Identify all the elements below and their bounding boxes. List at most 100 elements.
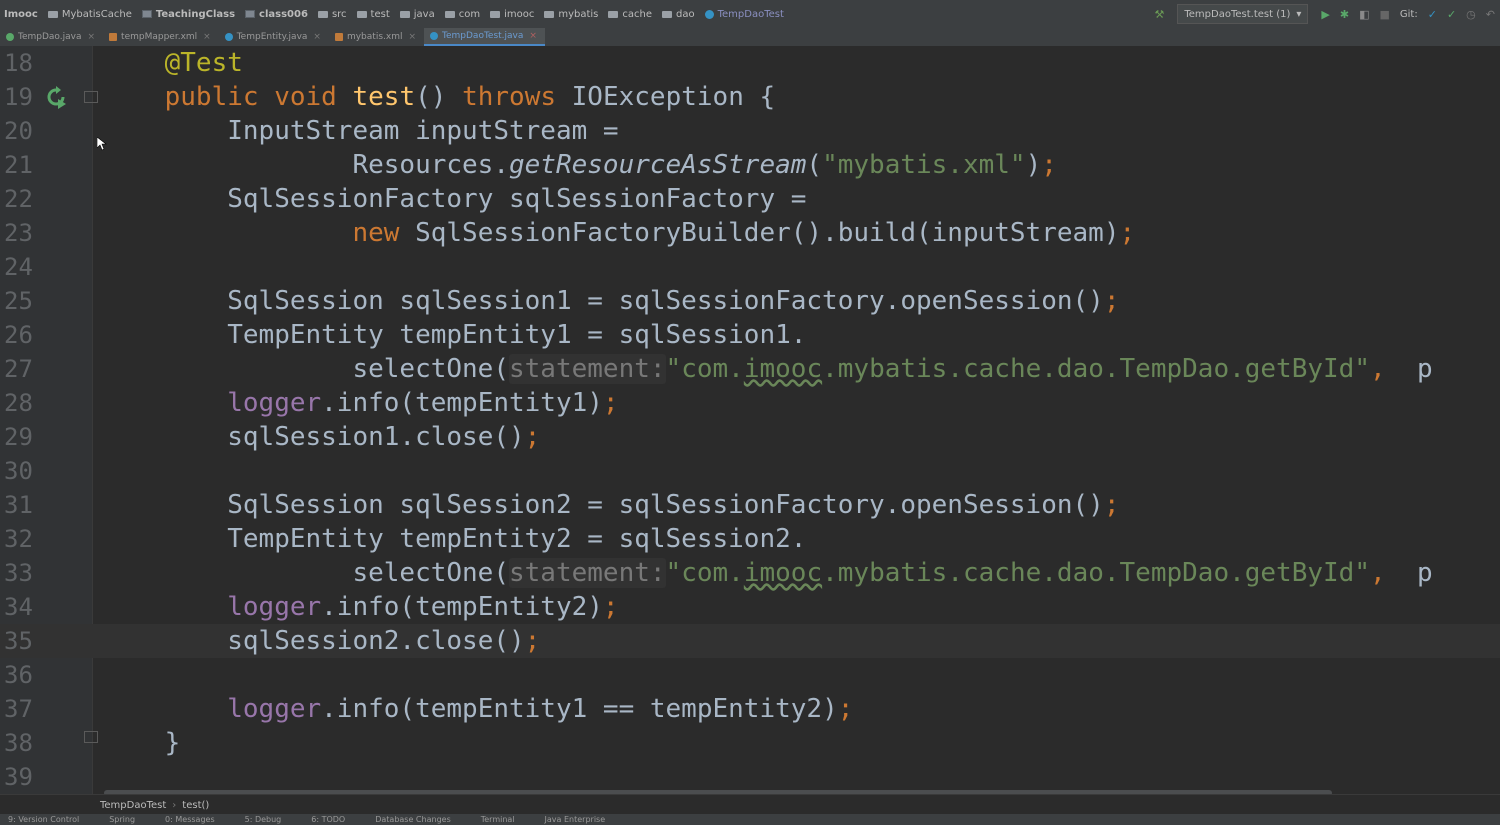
static-method: getResourceAsStream <box>509 150 807 180</box>
interface-icon <box>6 33 14 41</box>
fold-marker-icon[interactable] <box>84 731 98 743</box>
close-icon[interactable]: × <box>529 31 537 41</box>
code-text: selectOne( <box>352 558 509 588</box>
crumb-cache[interactable]: cache <box>608 9 652 20</box>
crumb-java[interactable]: java <box>399 9 435 20</box>
breadcrumb-method[interactable]: test() <box>182 800 209 811</box>
run-configuration-select[interactable]: TempDaoTest.test (1) ▾ <box>1177 4 1309 24</box>
tool-messages[interactable]: 0: Messages <box>157 815 215 824</box>
code-line-21: 21 Resources.getResourceAsStream("mybati… <box>0 148 1500 182</box>
tab-tempentity-java[interactable]: TempEntity.java × <box>219 28 329 46</box>
crumb-module-teachingclass[interactable]: TeachingClass <box>141 9 235 20</box>
code-line-37: 37 logger.info(tempEntity1 == tempEntity… <box>0 692 1500 726</box>
crumb-module-class006[interactable]: class006 <box>245 9 308 20</box>
line-number: 22 <box>4 185 33 213</box>
git-commit-icon[interactable]: ✓ <box>1447 8 1456 21</box>
crumb-label: mybatis <box>558 8 599 20</box>
keyword: void <box>274 82 337 112</box>
code-text: IOException { <box>571 82 776 112</box>
run-test-icon[interactable] <box>44 85 68 109</box>
line-code: TempEntity tempEntity1 = sqlSession1. <box>102 318 806 352</box>
close-icon[interactable]: × <box>203 32 211 42</box>
path-breadcrumbs: Imooc MybatisCache TeachingClass class00… <box>0 0 794 28</box>
code-text: ) <box>1025 150 1042 180</box>
code-text: Resources. <box>352 150 509 180</box>
navigation-bar: Imooc MybatisCache TeachingClass class00… <box>0 0 1500 29</box>
code-text: SqlSessionFactory sqlSessionFactory = <box>227 184 807 214</box>
breadcrumb-class[interactable]: TempDaoTest <box>100 800 166 811</box>
tool-java-enterprise[interactable]: Java Enterprise <box>537 815 606 824</box>
code-text: SqlSessionFactoryBuilder().build(inputSt… <box>415 218 1120 248</box>
crumb-com[interactable]: com <box>444 9 480 20</box>
tab-tempdaotest-java[interactable]: TempDaoTest.java × <box>424 28 545 46</box>
line-number: 36 <box>4 661 33 689</box>
semicolon: ; <box>1103 490 1120 520</box>
line-code: public void test() throws IOException { <box>102 80 776 114</box>
string-literal: .mybatis.cache.dao.TempDao.getById" <box>822 354 1370 384</box>
fold-marker-icon[interactable] <box>84 91 98 103</box>
tab-tempmapper-xml[interactable]: tempMapper.xml × <box>103 28 219 46</box>
string-literal: "com. <box>665 558 744 588</box>
crumb-label: TempDaoTest <box>717 8 784 20</box>
history-icon[interactable]: ◷ <box>1466 8 1476 21</box>
code-line-24: 24 <box>0 250 1500 284</box>
tab-tempdao-java[interactable]: TempDao.java × <box>0 28 103 46</box>
tool-todo[interactable]: 6: TODO <box>303 815 345 824</box>
run-config-label: TempDaoTest.test (1) <box>1184 8 1291 20</box>
tool-window-bar: 9: Version Control Spring 0: Messages 5:… <box>0 814 1500 825</box>
line-code: sqlSession1.close(); <box>102 420 540 454</box>
tab-label: mybatis.xml <box>346 32 403 42</box>
code-line-39: 39 <box>0 760 1500 794</box>
crumb-dao[interactable]: dao <box>662 9 695 20</box>
code-text: sqlSession2.close() <box>227 626 525 656</box>
tab-mybatis-xml[interactable]: mybatis.xml × <box>329 28 424 46</box>
git-update-icon[interactable]: ✓ <box>1428 8 1437 21</box>
method-name: test <box>352 82 416 112</box>
crumb-tempdaotest[interactable]: TempDaoTest <box>704 8 784 20</box>
crumb-imooc[interactable]: imooc <box>490 9 534 20</box>
stop-icon[interactable]: ■ <box>1380 8 1390 21</box>
keyword: new <box>352 218 400 248</box>
crumb-label: src <box>331 8 347 20</box>
code-line-19: 19 public void test() throws IOException… <box>0 80 1500 114</box>
folder-icon <box>662 10 673 18</box>
breadcrumb-separator: › <box>172 799 177 811</box>
semicolon: ; <box>524 422 541 452</box>
tool-version-control[interactable]: 9: Version Control <box>0 815 79 824</box>
line-number: 20 <box>4 117 33 145</box>
run-icon[interactable]: ▶ <box>1321 8 1329 21</box>
code-text: } <box>164 728 181 758</box>
tab-label: TempDao.java <box>18 32 82 42</box>
code-line-38: 38 } <box>0 726 1500 760</box>
tool-terminal[interactable]: Terminal <box>473 815 515 824</box>
hammer-icon[interactable]: ⚒ <box>1154 8 1164 21</box>
semicolon: ; <box>524 626 541 656</box>
line-number: 38 <box>4 729 33 757</box>
module-icon <box>141 10 152 18</box>
crumb-module-mybatiscache[interactable]: MybatisCache <box>47 9 132 20</box>
line-number: 18 <box>4 49 33 77</box>
crumb-test[interactable]: test <box>356 9 390 20</box>
code-line-25: 25 SqlSession sqlSession1 = sqlSessionFa… <box>0 284 1500 318</box>
line-number: 21 <box>4 151 33 179</box>
close-icon[interactable]: × <box>313 32 321 42</box>
semicolon: ; <box>1041 150 1057 180</box>
close-icon[interactable]: × <box>88 32 96 42</box>
tab-label: TempEntity.java <box>236 32 308 42</box>
revert-icon[interactable]: ↶ <box>1486 8 1495 21</box>
crumb-src[interactable]: src <box>317 8 347 20</box>
crumb-label: dao <box>676 8 695 20</box>
line-code: SqlSession sqlSession2 = sqlSessionFacto… <box>102 488 1119 522</box>
field-logger: logger <box>227 694 322 724</box>
close-icon[interactable]: × <box>408 32 416 42</box>
tool-debug[interactable]: 5: Debug <box>237 815 282 824</box>
tool-spring[interactable]: Spring <box>101 815 135 824</box>
crumb-mybatis[interactable]: mybatis <box>544 9 598 20</box>
crumb-project[interactable]: Imooc <box>4 9 38 20</box>
coverage-icon[interactable]: ◧ <box>1359 8 1369 21</box>
tool-database-changes[interactable]: Database Changes <box>367 815 451 824</box>
debug-icon[interactable]: ✱ <box>1340 8 1349 21</box>
line-code: TempEntity tempEntity2 = sqlSession2. <box>102 522 806 556</box>
string-literal: "com. <box>665 354 744 384</box>
code-editor[interactable]: 18 @Test 19 public void test() throws IO… <box>0 46 1500 796</box>
